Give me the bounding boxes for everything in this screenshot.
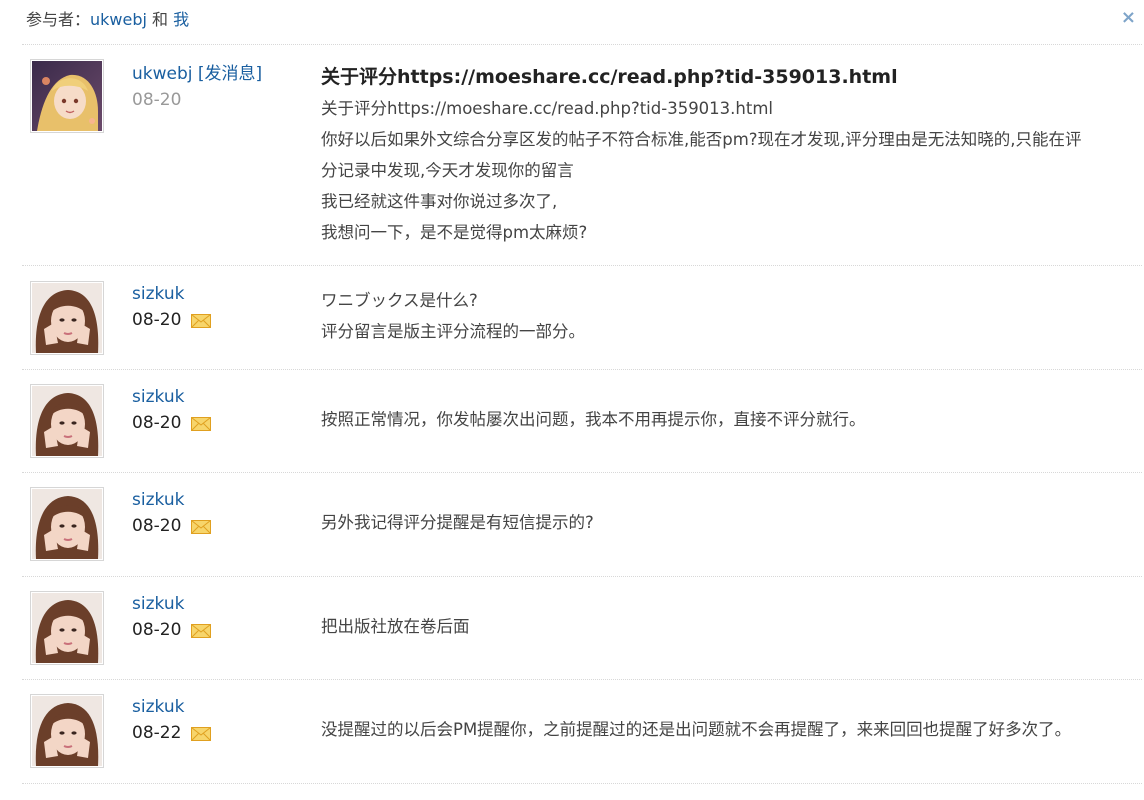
message-line: 按照正常情况，你发帖屡次出问题，我本不用再提示你，直接不评分就行。	[321, 410, 866, 429]
username-link[interactable]: sizkuk	[132, 490, 184, 510]
message-item: ukwebj [发消息] 08-20 关于评分https://moeshare.…	[22, 45, 1142, 266]
message-content: 按照正常情况，你发帖屡次出问题，我本不用再提示你，直接不评分就行。	[321, 404, 1136, 435]
message-line: 我已经就这件事对你说过多次了,	[321, 192, 558, 211]
message-line: 评分留言是版主评分流程的一部分。	[321, 322, 585, 341]
avatar-sizkuk[interactable]	[30, 591, 104, 665]
message-content: 关于评分https://moeshare.cc/read.php?tid-359…	[321, 61, 1136, 248]
close-icon[interactable]: ×	[1121, 0, 1136, 38]
message-item: sizkuk 08-20 ワニブックス是什么? 评分留言是版主评分流程的一部分。	[22, 266, 1142, 370]
username-link[interactable]: sizkuk	[132, 284, 184, 304]
envelope-icon[interactable]	[190, 723, 211, 749]
message-title: 关于评分https://moeshare.cc/read.php?tid-359…	[321, 66, 898, 88]
message-line: ワニブックス是什么?	[321, 291, 478, 310]
message-line: 关于评分https://moeshare.cc/read.php?tid-359…	[321, 99, 774, 118]
message-date: 08-20	[132, 413, 182, 433]
message-item: sizkuk 08-20 把出版社放在卷后面	[22, 577, 1142, 680]
message-content: 另外我记得评分提醒是有短信提示的?	[321, 507, 1136, 538]
avatar-ukwebj[interactable]	[30, 59, 104, 133]
message-meta: sizkuk 08-20	[132, 591, 302, 646]
avatar-sizkuk[interactable]	[30, 281, 104, 355]
avatar-sizkuk[interactable]	[30, 384, 104, 458]
message-date: 08-20	[132, 516, 182, 536]
avatar-sizkuk[interactable]	[30, 694, 104, 768]
message-content: 把出版社放在卷后面	[321, 611, 1136, 642]
message-meta: sizkuk 08-20	[132, 384, 302, 439]
envelope-icon[interactable]	[190, 516, 211, 542]
message-date: 08-20	[132, 310, 182, 330]
message-date: 08-20	[132, 620, 182, 640]
message-meta: sizkuk 08-22	[132, 694, 302, 749]
message-item: sizkuk 08-20 另外我记得评分提醒是有短信提示的?	[22, 473, 1142, 577]
envelope-icon[interactable]	[190, 413, 211, 439]
username-link[interactable]: sizkuk	[132, 387, 184, 407]
message-content: ワニブックス是什么? 评分留言是版主评分流程的一部分。	[321, 285, 1136, 347]
avatar-sizkuk[interactable]	[30, 487, 104, 561]
message-line: 分记录中发现,今天才发现你的留言	[321, 161, 574, 180]
message-line: 我想问一下，是不是觉得pm太麻烦?	[321, 223, 588, 242]
envelope-icon[interactable]	[190, 620, 211, 646]
participants-prefix: 参与者：	[26, 10, 91, 29]
envelope-icon[interactable]	[190, 310, 211, 336]
send-message-link[interactable]: [发消息]	[198, 64, 262, 84]
participant-link-ukwebj[interactable]: ukwebj	[90, 10, 147, 29]
message-item: sizkuk 08-20 按照正常情况，你发帖屡次出问题，我本不用再提示你，直接…	[22, 370, 1142, 473]
message-meta: sizkuk 08-20	[132, 487, 302, 542]
message-meta: ukwebj [发消息] 08-20	[132, 61, 302, 113]
message-date: 08-20	[132, 90, 182, 110]
participants-header: 参与者：ukwebj 和 我 ×	[22, 0, 1142, 45]
message-content: 没提醒过的以后会PM提醒你，之前提醒过的还是出问题就不会再提醒了，来来回回也提醒…	[321, 714, 1136, 745]
participant-link-me[interactable]: 我	[173, 10, 189, 29]
message-thread-page: 参与者：ukwebj 和 我 × ukwebj [发消息] 08-20 关于评分…	[0, 0, 1144, 800]
message-item: sizkuk 08-22 没提醒过的以后会PM提醒你，之前提醒过的还是出问题就不…	[22, 680, 1142, 784]
username-link[interactable]: sizkuk	[132, 594, 184, 614]
message-meta: sizkuk 08-20	[132, 281, 302, 336]
participants-and: 和	[146, 10, 174, 29]
message-line: 没提醒过的以后会PM提醒你，之前提醒过的还是出问题就不会再提醒了，来来回回也提醒…	[321, 720, 1072, 739]
username-link[interactable]: ukwebj	[132, 64, 193, 84]
message-line: 另外我记得评分提醒是有短信提示的?	[321, 513, 594, 532]
username-link[interactable]: sizkuk	[132, 697, 184, 717]
message-line: 把出版社放在卷后面	[321, 617, 470, 636]
message-line: 你好以后如果外文综合分享区发的帖子不符合标准,能否pm?现在才发现,评分理由是无…	[321, 130, 1082, 149]
message-date: 08-22	[132, 723, 182, 743]
